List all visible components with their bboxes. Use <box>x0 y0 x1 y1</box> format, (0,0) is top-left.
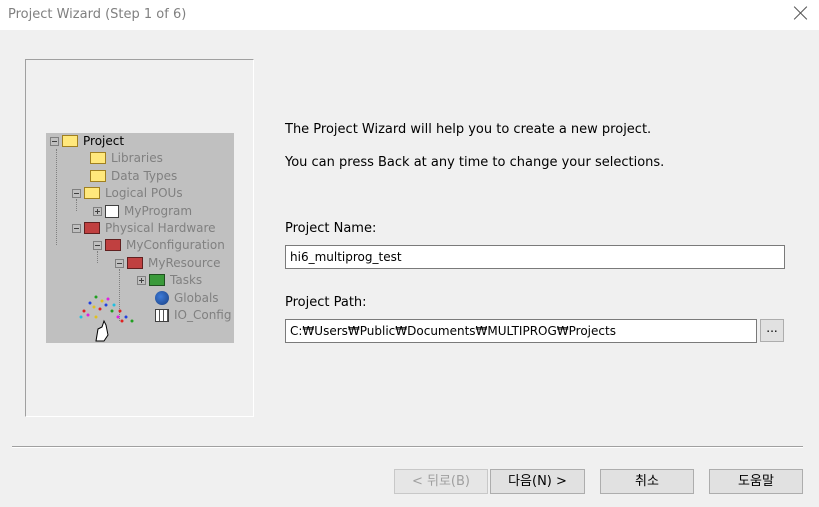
next-button[interactable]: 다음(N) > <box>490 469 585 494</box>
globe-icon <box>155 291 169 305</box>
intro-text-line2: You can press Back at any time to change… <box>285 155 665 170</box>
tree-item-globals: Globals <box>155 290 219 306</box>
close-icon[interactable] <box>793 5 809 21</box>
tree-label: Physical Hardware <box>105 221 216 235</box>
tree-label: Tasks <box>170 273 203 287</box>
tree-label: Data Types <box>111 169 178 183</box>
back-button[interactable]: < 뒤로(B) <box>394 469 488 494</box>
expand-icon <box>93 206 102 216</box>
help-button[interactable]: 도움말 <box>709 469 803 494</box>
tree-item-myprogram: MyProgram <box>93 203 192 219</box>
tree-item-data-types: Data Types <box>90 168 177 184</box>
tree-label: Libraries <box>111 151 163 165</box>
tree-item-myconfiguration: MyConfiguration <box>93 237 225 253</box>
separator <box>12 446 803 448</box>
tree-item-logical-pous: Logical POUs <box>72 185 183 201</box>
magic-wand-icon <box>79 295 134 342</box>
io-config-icon <box>155 308 169 322</box>
tree-item-tasks: Tasks <box>137 272 202 288</box>
configuration-icon <box>105 239 121 251</box>
tree-label: Project <box>83 134 125 148</box>
tree-item-io-config: IO_Config <box>155 307 232 323</box>
folder-icon <box>84 187 100 199</box>
project-name-label: Project Name: <box>285 221 377 236</box>
expand-icon <box>137 275 146 285</box>
tree-label: IO_Config <box>174 308 232 322</box>
tree-label: Logical POUs <box>105 186 183 200</box>
folder-open-icon <box>62 135 78 147</box>
tree-item-myresource: MyResource <box>115 255 221 271</box>
title-bar: Project Wizard (Step 1 of 6) <box>0 0 819 30</box>
collapse-icon <box>72 188 81 198</box>
cancel-button[interactable]: 취소 <box>600 469 694 494</box>
project-path-label: Project Path: <box>285 295 367 310</box>
folder-icon <box>90 152 106 164</box>
tree-item-physical-hardware: Physical Hardware <box>72 220 216 236</box>
tasks-icon <box>149 274 165 286</box>
window-title: Project Wizard (Step 1 of 6) <box>8 7 187 22</box>
intro-text-line1: The Project Wizard will help you to crea… <box>285 122 652 137</box>
browse-button[interactable]: ... <box>760 319 784 342</box>
tree-label: MyConfiguration <box>126 238 225 252</box>
resource-icon <box>127 257 143 269</box>
project-path-input[interactable]: C:₩Users₩Public₩Documents₩MULTIPROG₩Proj… <box>285 319 757 343</box>
tree-label: MyResource <box>148 256 221 270</box>
tree-item-libraries: Libraries <box>90 150 163 166</box>
project-name-input[interactable]: hi6_multiprog_test <box>285 245 785 269</box>
tree-item-project: Project <box>50 133 124 149</box>
collapse-icon <box>115 258 124 268</box>
collapse-icon <box>93 240 102 250</box>
tree-label: MyProgram <box>124 204 193 218</box>
collapse-icon <box>72 223 81 233</box>
program-icon <box>105 204 119 218</box>
wizard-illustration-tree: Project Libraries Data Types Logical POU… <box>46 133 234 343</box>
folder-icon <box>90 170 106 182</box>
collapse-icon <box>50 136 59 146</box>
tree-label: Globals <box>174 291 219 305</box>
hardware-folder-icon <box>84 222 100 234</box>
